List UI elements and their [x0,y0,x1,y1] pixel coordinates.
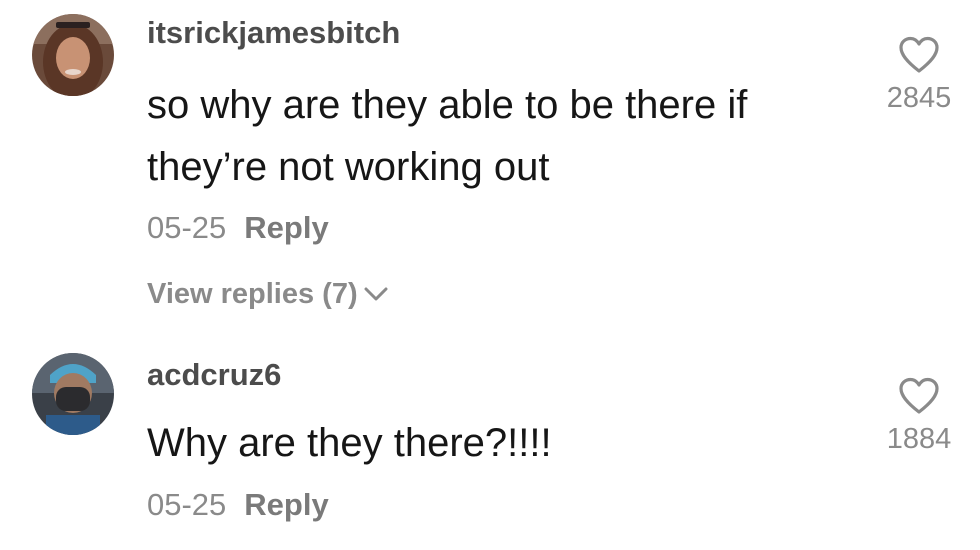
comment-meta: 05-25 Reply [147,487,329,523]
avatar-photo-icon [32,353,114,435]
comment-text: so why are they able to be there if they… [147,83,748,189]
like-button[interactable]: 2845 [874,36,964,115]
avatar[interactable] [32,353,114,435]
reply-button[interactable]: Reply [244,210,328,245]
like-count: 1884 [886,423,952,455]
comment-username[interactable]: acdcruz6 [147,357,281,393]
comment-text: Why are they there?!!!! [147,421,552,465]
avatar-photo-icon [32,14,114,96]
heart-icon [899,36,939,73]
comment-username[interactable]: itsrickjamesbitch [147,15,400,51]
heart-icon [899,377,939,414]
comment-meta: 05-25 Reply [147,210,329,246]
reply-button[interactable]: Reply [244,487,328,522]
like-count: 2845 [886,82,952,114]
like-button[interactable]: 1884 [874,377,964,456]
comment-date: 05-25 [147,210,227,245]
comment-date: 05-25 [147,487,227,522]
view-replies-label: View replies (7) [147,278,358,310]
chevron-down-icon [362,279,390,312]
view-replies-button[interactable]: View replies (7) [147,278,390,312]
avatar[interactable] [32,14,114,96]
